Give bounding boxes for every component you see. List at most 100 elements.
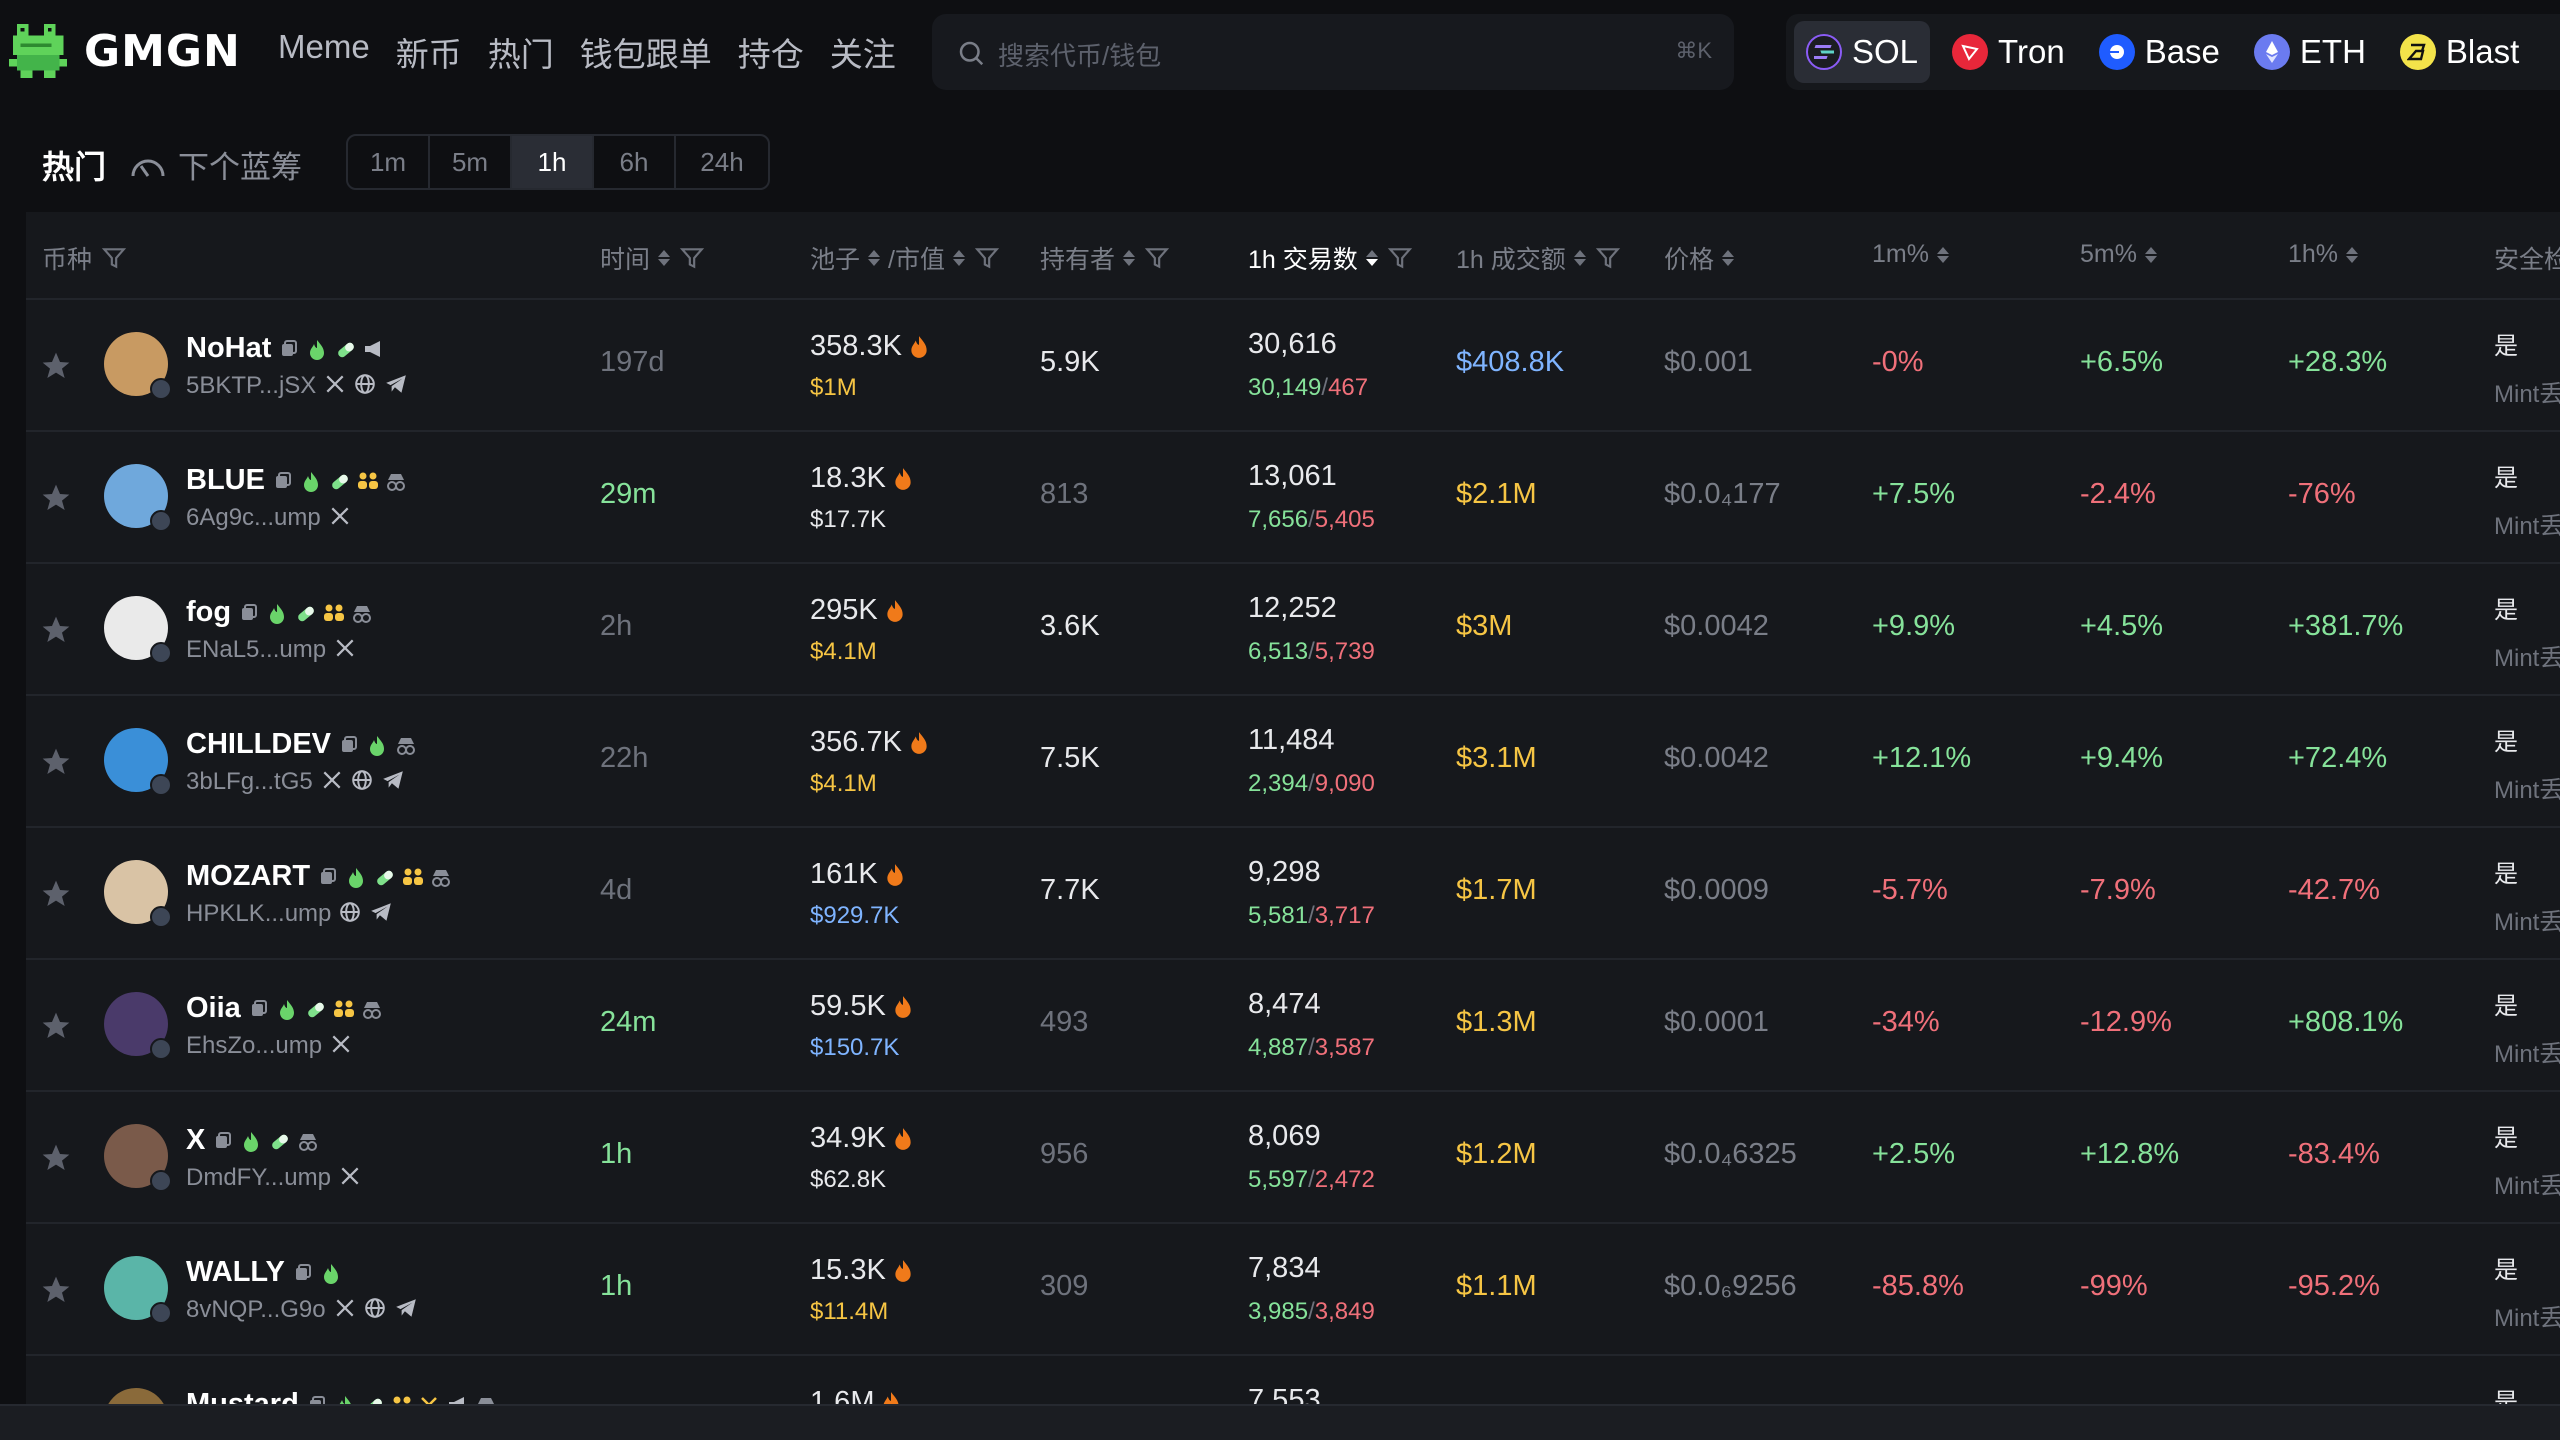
col-1m[interactable]: 1m% [1872,240,1949,269]
nav-holdings[interactable]: 持仓 [738,28,804,76]
star-icon[interactable] [40,1142,72,1174]
table-row[interactable]: NoHat 5BKTP...jSX 197d 358.3K $1M 5.9K 30,616 3… [26,300,2560,432]
col-age[interactable]: 时间 [600,240,706,276]
token-avatar[interactable] [104,464,172,532]
x-twitter-icon[interactable] [329,505,351,532]
col-volume[interactable]: 1h 成交额 [1456,240,1622,276]
col-coin[interactable]: 币种 [42,240,128,276]
timeframe-1h[interactable]: 1h [512,136,594,188]
star-icon[interactable] [40,614,72,646]
website-icon[interactable] [364,1297,386,1324]
filter-icon[interactable] [678,245,706,271]
filter-icon[interactable] [1386,245,1414,271]
table-row[interactable]: MOZART HPKLK...ump 4d 161K $929.7K 7.7K 9,298 5… [26,828,2560,960]
chain-blast[interactable]: Blast [2388,21,2531,83]
token-name[interactable]: Mustard [186,1388,299,1404]
telegram-icon[interactable] [394,1297,418,1324]
filter-icon[interactable] [1594,245,1622,271]
chain-tron[interactable]: Tron [1940,21,2077,83]
x-twitter-icon[interactable] [334,637,356,664]
token-name[interactable]: Oiia [186,992,241,1025]
volume: $408.8K [1456,346,1565,378]
token-avatar[interactable] [104,728,172,796]
token-address[interactable]: 8vNQP...G9o [186,1296,326,1324]
table-row[interactable]: Mustard 1.6M 7,553 是 [26,1356,2560,1404]
nav-new-coins[interactable]: 新币 [396,28,462,76]
timeframe-5m[interactable]: 5m [430,136,512,188]
mint-status: Mint丢 [2494,1041,2560,1068]
website-icon[interactable] [351,769,373,796]
tab-hot[interactable]: 热门 [42,142,106,188]
tx-count: 9,298 [1248,856,1321,888]
token-name[interactable]: CHILLDEV [186,728,331,761]
nav-follow[interactable]: 关注 [830,28,896,76]
table-row[interactable]: X DmdFY...ump 1h 34.9K $62.8K 956 8,069 5,597/2… [26,1092,2560,1224]
token-address[interactable]: 3bLFg...tG5 [186,768,313,796]
telegram-icon[interactable] [384,373,408,400]
timeframe-6h[interactable]: 6h [594,136,676,188]
chain-sol[interactable]: SOL [1794,21,1931,83]
buy-sell-split: 30,149/467 [1248,374,1369,401]
tab-next-bluechip[interactable]: 下个蓝筹 [128,142,302,187]
token-avatar[interactable] [104,1256,172,1324]
token-avatar[interactable] [104,860,172,928]
star-icon[interactable] [40,1274,72,1306]
x-twitter-icon[interactable] [321,769,343,796]
star-icon[interactable] [40,350,72,382]
table-row[interactable]: Oiia EhsZo...ump 24m 59.5K $150.7K 493 8,474 4,… [26,960,2560,1092]
col-safety[interactable]: 安全检 [2494,240,2560,276]
token-name[interactable]: NoHat [186,332,271,365]
website-icon[interactable] [339,901,361,928]
token-avatar[interactable] [104,992,172,1060]
token-avatar[interactable] [104,1124,172,1192]
table-row[interactable]: BLUE 6Ag9c...ump 29m 18.3K $17.7K 813 13,061 7,… [26,432,2560,564]
col-holders[interactable]: 持有者 [1040,240,1171,276]
star-icon[interactable] [40,1010,72,1042]
timeframe-24h[interactable]: 24h [676,136,768,188]
token-address[interactable]: HPKLK...ump [186,900,331,928]
x-twitter-icon[interactable] [330,1033,352,1060]
star-icon[interactable] [40,878,72,910]
col-txs[interactable]: 1h 交易数 [1248,240,1414,276]
website-icon[interactable] [354,373,376,400]
nav-copy-trade[interactable]: 钱包跟单 [580,28,712,76]
search-box[interactable]: 搜索代币/钱包 ⌘K [932,14,1734,90]
col-5m[interactable]: 5m% [2080,240,2157,269]
col-pool-mcap[interactable]: 池子 /市值 [810,240,1001,276]
table-row[interactable]: fog ENaL5...ump 2h 295K $4.1M 3.6K 12,252 6,513… [26,564,2560,696]
filter-icon[interactable] [1143,245,1171,271]
token-address[interactable]: DmdFY...ump [186,1164,331,1192]
filter-icon[interactable] [973,245,1001,271]
chain-base[interactable]: Base [2087,21,2232,83]
star-icon[interactable] [40,482,72,514]
logo[interactable]: GMGN [8,20,241,82]
token-avatar[interactable] [104,596,172,664]
x-twitter-icon[interactable] [334,1297,356,1324]
col-price[interactable]: 价格 [1664,240,1735,276]
token-avatar[interactable] [104,332,172,400]
search-input[interactable]: 搜索代币/钱包 [998,36,1161,73]
col-1h[interactable]: 1h% [2288,240,2359,269]
nav-trending[interactable]: 热门 [488,28,554,76]
telegram-icon[interactable] [369,901,393,928]
token-name[interactable]: X [186,1124,205,1157]
chain-eth[interactable]: ETH [2242,21,2378,83]
token-name[interactable]: WALLY [186,1256,285,1289]
token-address[interactable]: EhsZo...ump [186,1032,322,1060]
token-address[interactable]: 6Ag9c...ump [186,504,321,532]
star-icon[interactable] [40,746,72,778]
token-avatar[interactable] [104,1388,168,1404]
x-twitter-icon[interactable] [339,1165,361,1192]
token-address[interactable]: ENaL5...ump [186,636,326,664]
token-address[interactable]: 5BKTP...jSX [186,372,316,400]
table-row[interactable]: CHILLDEV 3bLFg...tG5 22h 356.7K $4.1M 7.5K 11,… [26,696,2560,828]
token-name[interactable]: MOZART [186,860,310,893]
table-row[interactable]: WALLY 8vNQP...G9o 1h 15.3K $11.4M 309 7,834 3,9… [26,1224,2560,1356]
telegram-icon[interactable] [381,769,405,796]
nav-meme[interactable]: Meme [278,28,370,76]
timeframe-1m[interactable]: 1m [348,136,430,188]
token-name[interactable]: fog [186,596,231,629]
token-name[interactable]: BLUE [186,464,265,497]
x-twitter-icon[interactable] [324,373,346,400]
filter-icon[interactable] [100,245,128,271]
